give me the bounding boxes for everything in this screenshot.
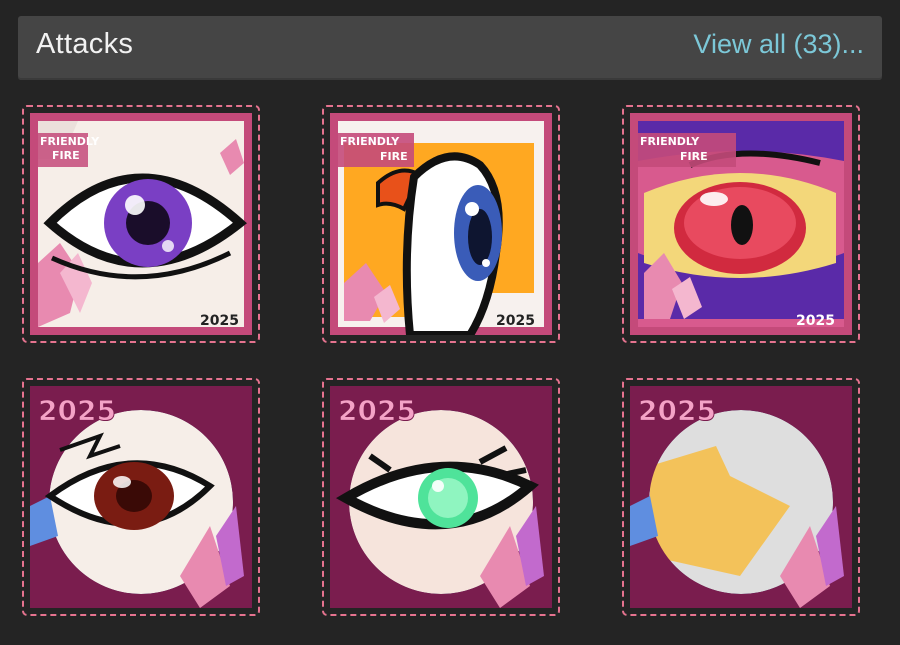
section-header: Attacks View all (33)... xyxy=(18,16,882,80)
year-label: 2025 xyxy=(200,313,239,329)
year-label: 2025 xyxy=(496,313,535,329)
attack-artwork-blue-eye: FRIENDLY FIRE 2025 xyxy=(330,113,552,335)
attack-artwork-purple-eye: FRIENDLY FIRE 2025 xyxy=(30,113,252,335)
banner-text-line2: FIRE xyxy=(680,150,708,163)
banner-text-line1: FRIENDLY xyxy=(40,135,100,148)
attack-card[interactable]: 2025 xyxy=(622,378,860,616)
banner-text-line2: FIRE xyxy=(380,150,408,163)
year-label: 2025 xyxy=(338,394,416,427)
attack-artwork-yellow: 2025 xyxy=(630,386,852,608)
view-all-link[interactable]: View all (33)... xyxy=(693,29,864,60)
year-label: 2025 xyxy=(796,313,835,329)
attack-card[interactable]: 2025 xyxy=(322,378,560,616)
year-label: 2025 xyxy=(638,394,716,427)
attack-artwork-green-eye: 2025 xyxy=(330,386,552,608)
attack-card[interactable]: FRIENDLY FIRE 2025 xyxy=(622,105,860,343)
year-label: 2025 xyxy=(38,394,116,427)
attack-card[interactable]: 2025 xyxy=(22,378,260,616)
attack-artwork-red-eye: FRIENDLY FIRE 2025 xyxy=(630,113,852,335)
banner-text-line2: FIRE xyxy=(52,149,80,162)
section-title: Attacks xyxy=(36,28,134,60)
banner-text-line1: FRIENDLY xyxy=(340,135,400,148)
banner-text-line1: FRIENDLY xyxy=(640,135,700,148)
attack-card[interactable]: FRIENDLY FIRE 2025 xyxy=(322,105,560,343)
attack-card[interactable]: FRIENDLY FIRE 2025 xyxy=(22,105,260,343)
attack-artwork-dark-red-eye: 2025 xyxy=(30,386,252,608)
